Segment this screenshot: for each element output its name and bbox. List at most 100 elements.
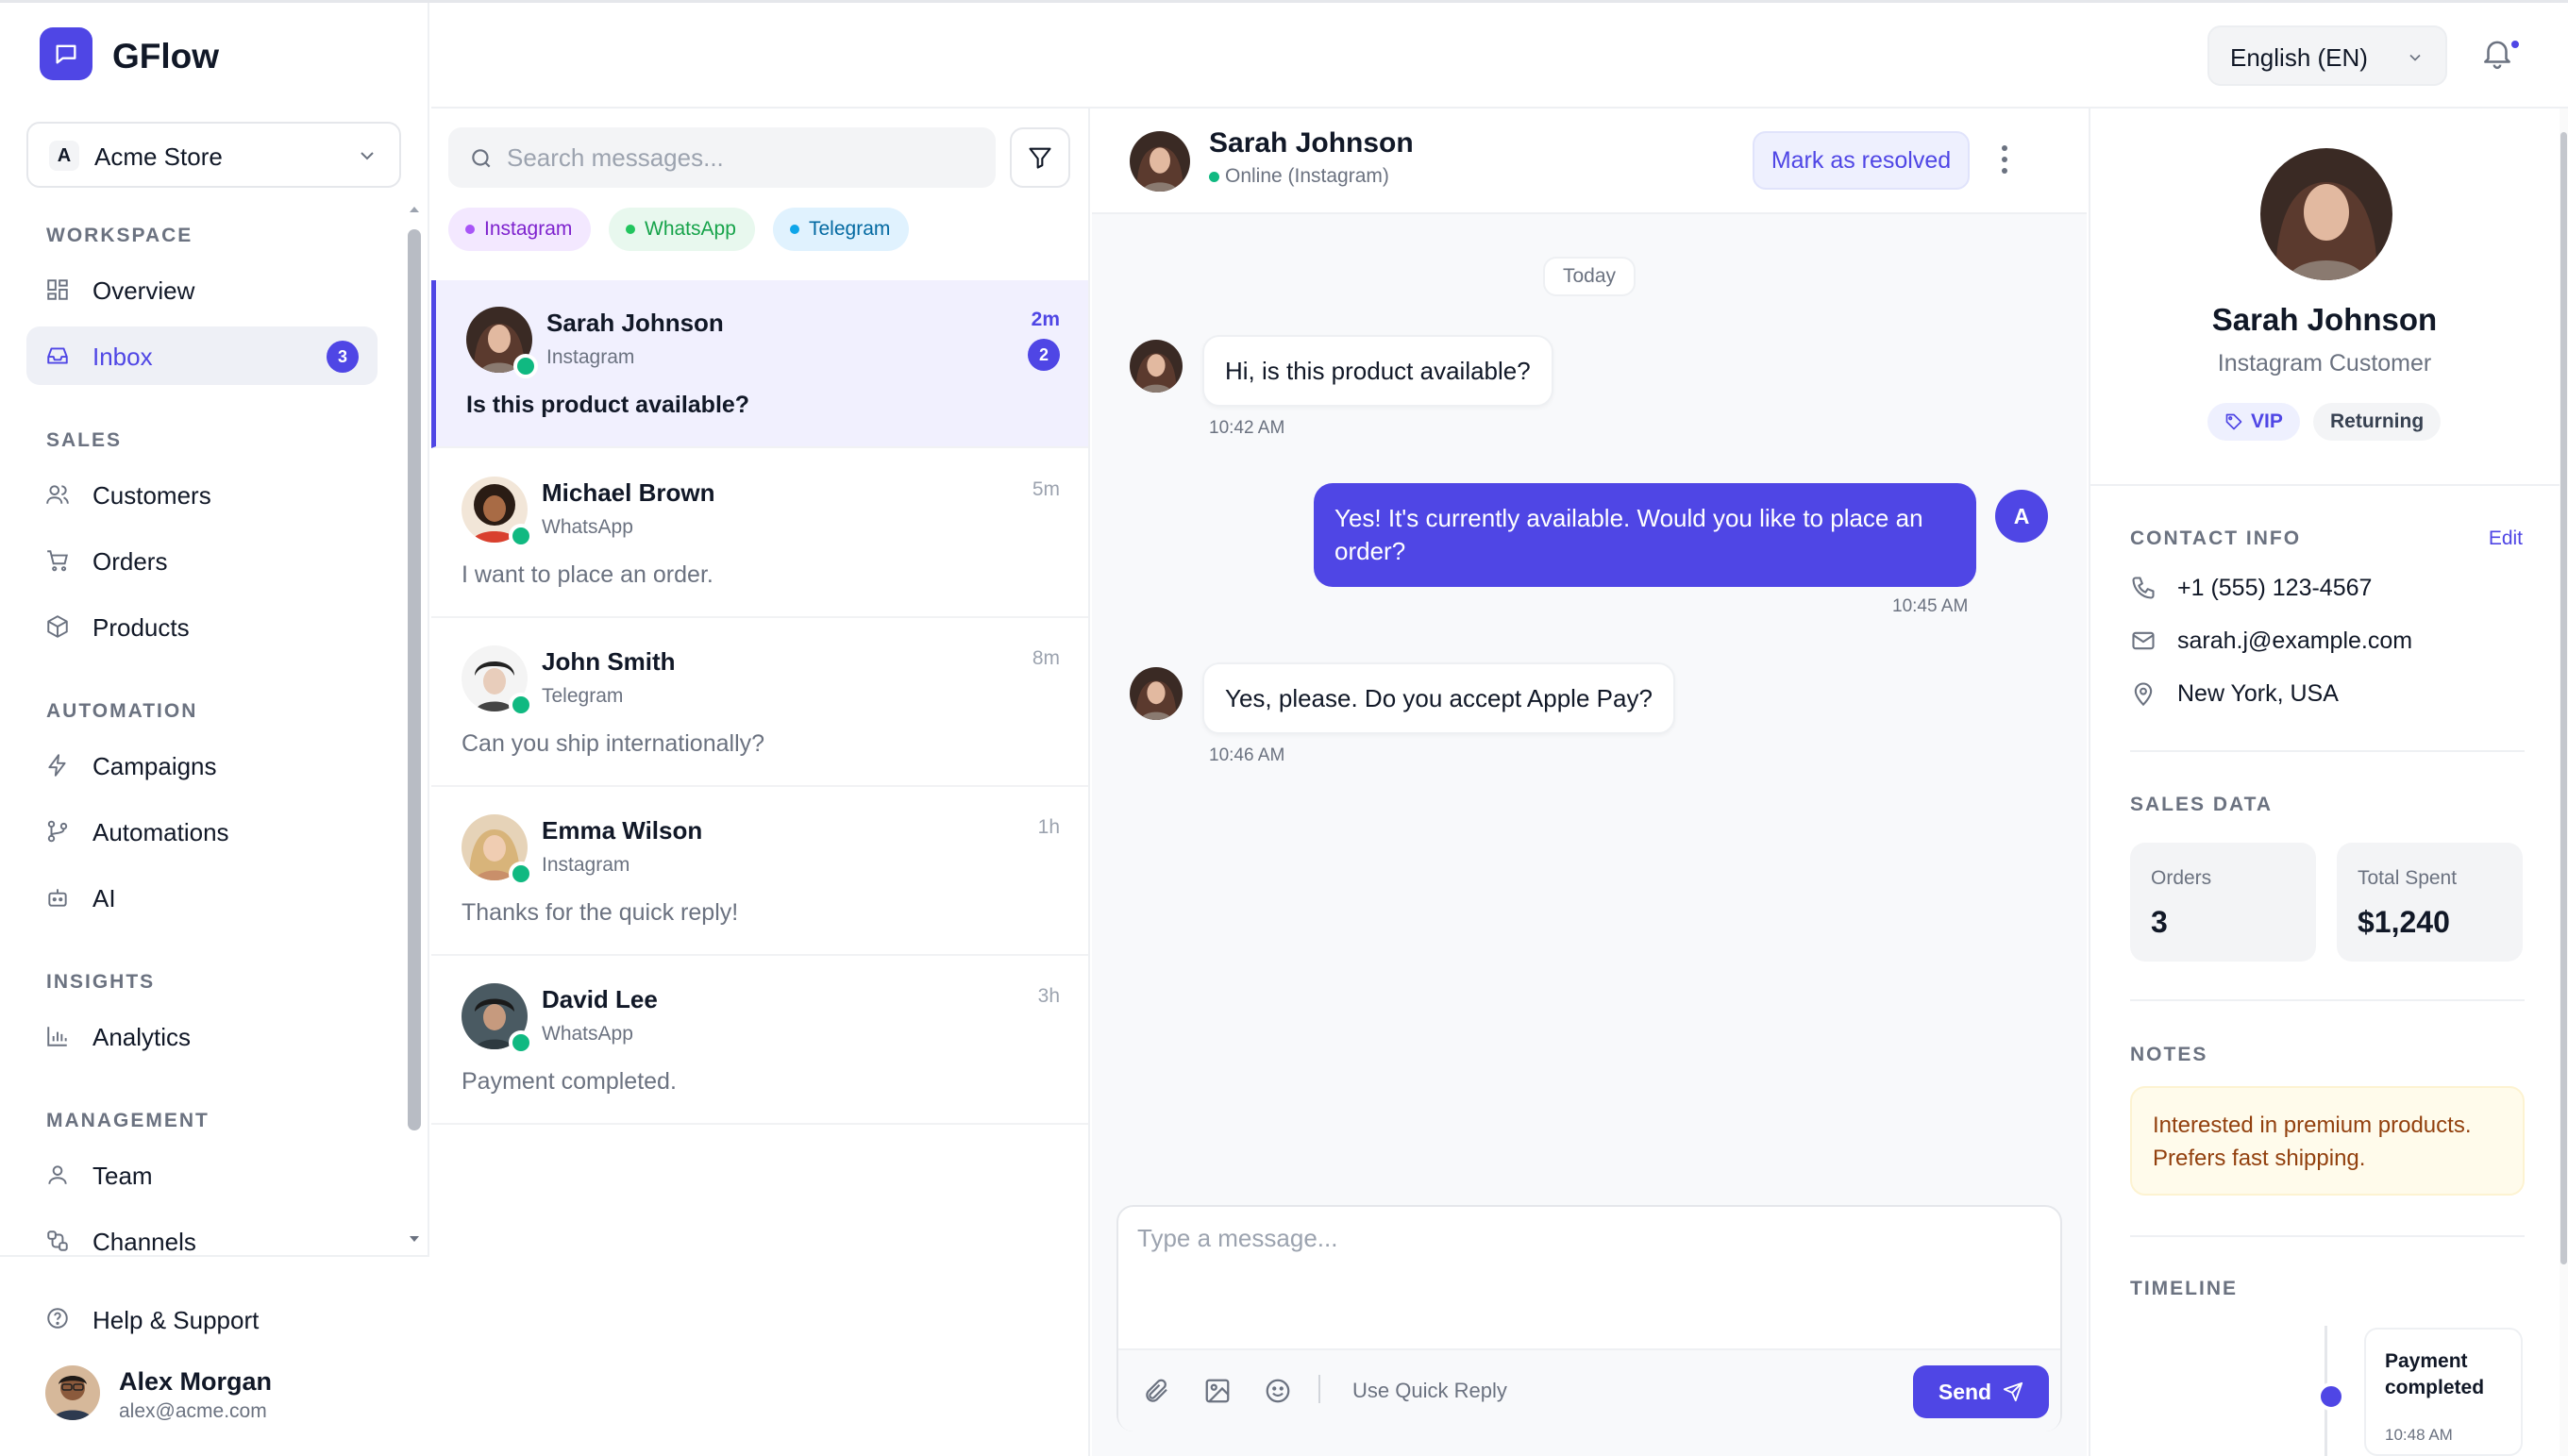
sidebar-item-channels[interactable]: Channels bbox=[26, 1212, 378, 1258]
sidebar-footer: Help & Support Alex Morgan alex@acme.com bbox=[0, 1255, 429, 1456]
sidebar-item-campaigns[interactable]: Campaigns bbox=[26, 736, 378, 795]
nav-section-title: WORKSPACE bbox=[46, 225, 193, 246]
channel-dot bbox=[465, 225, 475, 234]
chat-contact-status: Online (Instagram) bbox=[1209, 165, 1389, 188]
contact-name: Emma Wilson bbox=[542, 816, 703, 845]
conversation-item[interactable]: Michael Brown WhatsApp 5m I want to plac… bbox=[431, 450, 1088, 618]
conversation-item[interactable]: John Smith Telegram 8m Can you ship inte… bbox=[431, 619, 1088, 787]
channel-filter-telegram[interactable]: Telegram bbox=[773, 208, 910, 251]
message-input[interactable] bbox=[1137, 1224, 2043, 1318]
channel-filter-whatsapp[interactable]: WhatsApp bbox=[609, 208, 755, 251]
sidebar-item-products[interactable]: Products bbox=[26, 597, 378, 656]
sidebar-item-label: Overview bbox=[92, 276, 195, 305]
sidebar-item-team[interactable]: Team bbox=[26, 1146, 378, 1204]
channel-dot bbox=[626, 225, 635, 234]
emoji-icon[interactable] bbox=[1264, 1377, 1292, 1405]
edit-contact-link[interactable]: Edit bbox=[2489, 527, 2523, 550]
more-vertical-icon[interactable] bbox=[1998, 141, 2011, 178]
timeline-title: TIMELINE bbox=[2130, 1278, 2238, 1299]
help-support-link[interactable]: Help & Support bbox=[26, 1293, 378, 1346]
sidebar-item-ai[interactable]: AI bbox=[26, 868, 378, 927]
phone-text: +1 (555) 123-4567 bbox=[2177, 574, 2373, 601]
nav-section-title: AUTOMATION bbox=[46, 700, 198, 722]
user-avatar[interactable] bbox=[45, 1365, 100, 1420]
contact-channel: Telegram bbox=[542, 685, 624, 707]
conversation-item[interactable]: Sarah Johnson Instagram 2m 2 Is this pro… bbox=[431, 280, 1088, 448]
profile-scrollbar[interactable] bbox=[2560, 132, 2567, 1264]
sidebar-item-label: Analytics bbox=[92, 1023, 192, 1051]
chevron-down-icon bbox=[356, 144, 378, 167]
stat-card-orders: Orders 3 bbox=[2130, 843, 2316, 962]
users-icon bbox=[45, 482, 70, 507]
sidebar-item-inbox[interactable]: Inbox 3 bbox=[26, 326, 378, 385]
sidebar-item-overview[interactable]: Overview bbox=[26, 260, 378, 319]
bot-icon bbox=[45, 885, 70, 910]
contact-phone: +1 (555) 123-4567 bbox=[2130, 571, 2372, 605]
language-selector[interactable]: English (EN) bbox=[2207, 25, 2447, 86]
stat-value: 3 bbox=[2151, 905, 2168, 939]
chat-header: Sarah Johnson Online (Instagram) Mark as… bbox=[1092, 109, 2087, 214]
tag-returning[interactable]: Returning bbox=[2313, 403, 2442, 441]
paperclip-icon[interactable] bbox=[1143, 1377, 1171, 1405]
chat-contact-name: Sarah Johnson bbox=[1209, 127, 1414, 159]
conversation-item[interactable]: Emma Wilson Instagram 1h Thanks for the … bbox=[431, 788, 1088, 956]
contact-name: Sarah Johnson bbox=[546, 309, 724, 337]
status-text: Online (Instagram) bbox=[1225, 165, 1389, 187]
unread-count-badge: 3 bbox=[327, 341, 359, 373]
channels-icon bbox=[45, 1229, 70, 1253]
contact-email: sarah.j@example.com bbox=[2130, 624, 2412, 658]
search-input[interactable] bbox=[507, 139, 979, 176]
divider bbox=[2090, 484, 2568, 486]
date-divider: Today bbox=[1543, 257, 1636, 296]
sidebar-item-analytics[interactable]: Analytics bbox=[26, 1007, 378, 1065]
phone-icon bbox=[2130, 575, 2157, 601]
sidebar-item-automations[interactable]: Automations bbox=[26, 802, 378, 861]
app-name: GFlow bbox=[112, 37, 220, 75]
image-icon[interactable] bbox=[1203, 1377, 1232, 1405]
sidebar-item-label: Products bbox=[92, 613, 190, 642]
store-selector[interactable]: A Acme Store bbox=[26, 122, 401, 188]
cart-icon bbox=[45, 548, 70, 573]
filter-icon bbox=[1027, 144, 1053, 171]
send-button[interactable]: Send bbox=[1913, 1365, 2049, 1418]
mark-resolved-button[interactable]: Mark as resolved bbox=[1753, 131, 1970, 190]
toolbar-divider bbox=[1318, 1375, 1320, 1403]
stat-card-total-spent: Total Spent $1,240 bbox=[2337, 843, 2523, 962]
message-bubble-outgoing: Yes! It's currently available. Would you… bbox=[1314, 483, 1976, 587]
profile-subtitle: Instagram Customer bbox=[2217, 350, 2432, 377]
tag-vip[interactable]: VIP bbox=[2207, 403, 2300, 441]
profile-avatar bbox=[2260, 148, 2392, 280]
scroll-down-arrow[interactable] bbox=[408, 1232, 421, 1246]
tag-icon bbox=[2224, 412, 2243, 431]
map-pin-icon bbox=[2130, 680, 2157, 707]
sidebar-item-label: Team bbox=[92, 1162, 153, 1190]
contact-channel: Instagram bbox=[542, 854, 630, 876]
nav-section-title: MANAGEMENT bbox=[46, 1110, 210, 1131]
sales-data-title: SALES DATA bbox=[2130, 794, 2274, 815]
message-text: Yes! It's currently available. Would you… bbox=[1334, 504, 1923, 565]
customer-notes[interactable]: Interested in premium products. Prefers … bbox=[2130, 1086, 2525, 1196]
quick-reply-button[interactable]: Use Quick Reply bbox=[1352, 1379, 1507, 1403]
chip-label: WhatsApp bbox=[645, 218, 736, 240]
timeline-event-time: 10:48 AM bbox=[2385, 1426, 2453, 1444]
message-bubble-incoming: Hi, is this product available? bbox=[1202, 335, 1553, 407]
grid-icon bbox=[45, 277, 70, 302]
message-preview: Is this product available? bbox=[466, 392, 750, 418]
chip-label: Telegram bbox=[809, 218, 891, 240]
filter-button[interactable] bbox=[1010, 127, 1070, 188]
sidebar-item-customers[interactable]: Customers bbox=[26, 465, 378, 524]
channel-filter-instagram[interactable]: Instagram bbox=[448, 208, 592, 251]
conversation-item[interactable]: David Lee WhatsApp 3h Payment completed. bbox=[431, 957, 1088, 1125]
message-time: 2m bbox=[1031, 309, 1060, 330]
sidebar-scrollbar[interactable] bbox=[408, 229, 421, 1130]
profile-name: Sarah Johnson bbox=[2211, 302, 2438, 337]
sidebar-nav: WORKSPACE Overview Inbox 3 SALES Custome… bbox=[0, 201, 429, 1258]
online-indicator bbox=[513, 354, 538, 378]
sidebar-item-orders[interactable]: Orders bbox=[26, 531, 378, 590]
email-text: sarah.j@example.com bbox=[2177, 627, 2413, 654]
scroll-up-arrow[interactable] bbox=[408, 203, 421, 216]
stat-value: $1,240 bbox=[2358, 905, 2450, 939]
tag-label: Returning bbox=[2330, 410, 2425, 432]
stat-label: Orders bbox=[2151, 867, 2212, 889]
contact-channel: WhatsApp bbox=[542, 1023, 633, 1045]
